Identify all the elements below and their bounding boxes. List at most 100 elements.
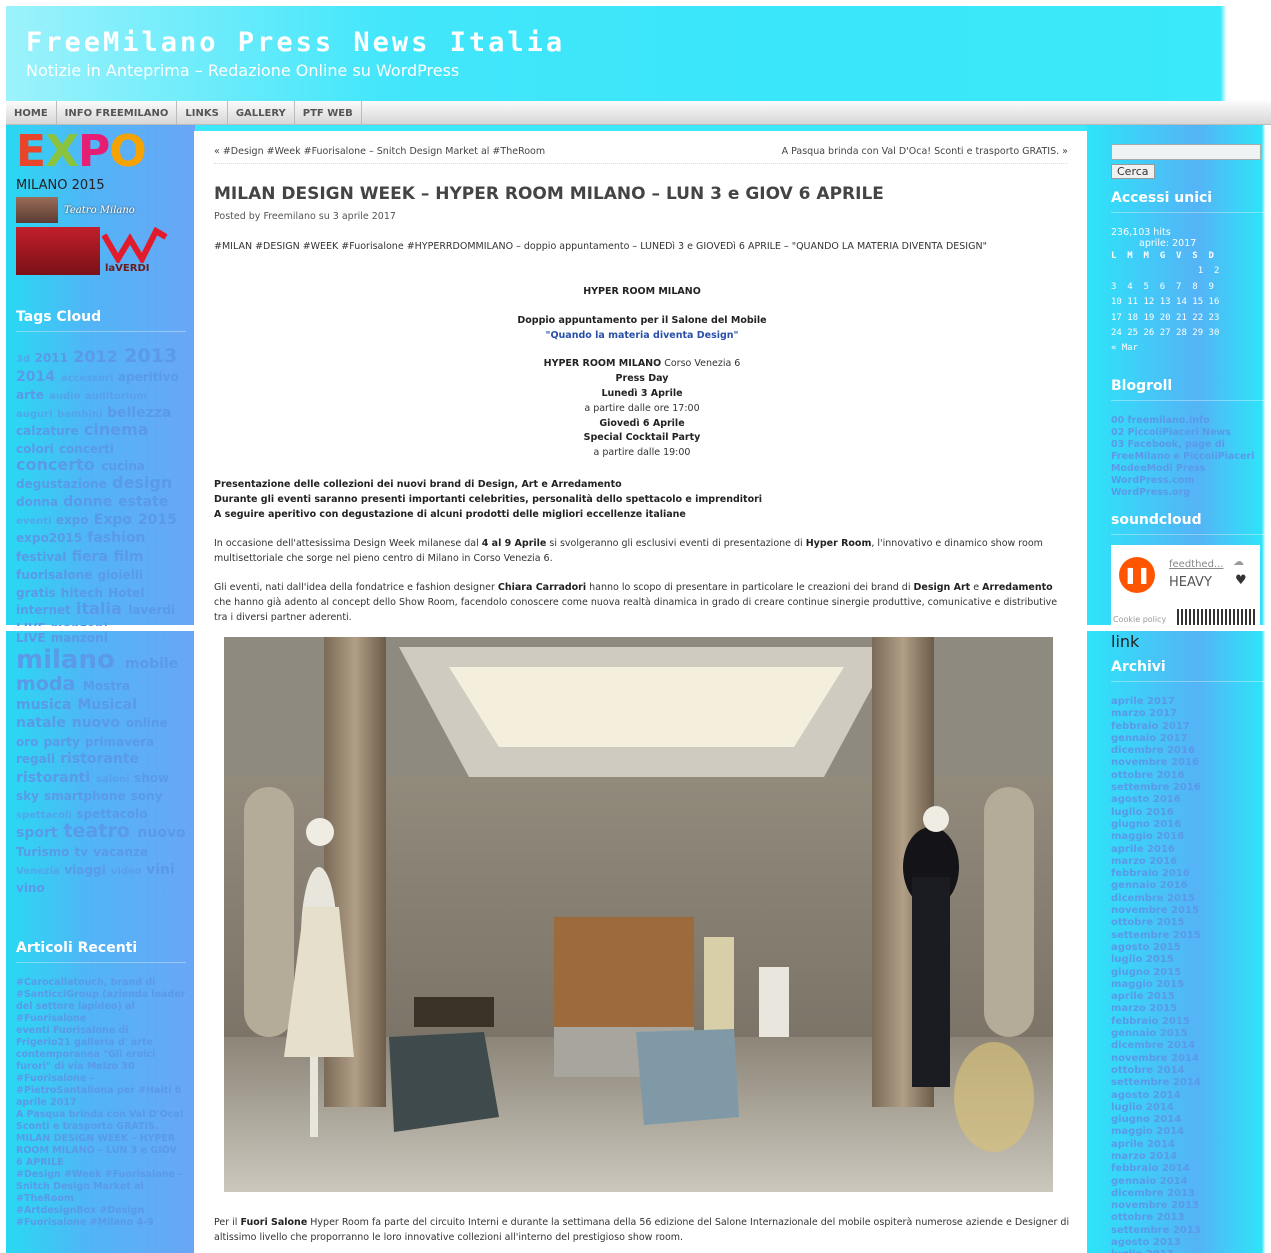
tag-link[interactable]: bellezza xyxy=(107,405,171,421)
tag-link[interactable]: moda xyxy=(16,673,83,695)
tag-link[interactable]: 2011 xyxy=(35,351,74,365)
recent-post-link[interactable]: eventi Fuorisalone di Frigerio21 galleri… xyxy=(16,1025,186,1109)
tag-link[interactable]: manzoni xyxy=(51,621,108,626)
tag-link[interactable]: saloni xyxy=(96,774,134,785)
tag-link[interactable]: gioielli xyxy=(98,568,144,582)
archive-link[interactable]: dicembre 2014 xyxy=(1111,1040,1271,1052)
archive-link[interactable]: dicembre 2016 xyxy=(1111,745,1271,757)
archive-link[interactable]: gennaio 2015 xyxy=(1111,1028,1271,1040)
archive-link[interactable]: ottobre 2015 xyxy=(1111,917,1271,929)
archive-link[interactable]: dicembre 2015 xyxy=(1111,893,1271,905)
tag-link[interactable]: aperitivo xyxy=(118,370,179,384)
tag-link[interactable]: fiera xyxy=(72,549,114,565)
archive-link[interactable]: giugno 2015 xyxy=(1111,967,1271,979)
tag-link[interactable]: oro xyxy=(16,735,44,749)
tag-link[interactable]: donna xyxy=(16,495,63,509)
tag-link[interactable]: expo xyxy=(56,513,94,527)
tag-link[interactable]: Mostra xyxy=(83,679,130,693)
recent-post-link[interactable]: MILAN DESIGN WEEK – HYPER ROOM MILANO – … xyxy=(16,1133,186,1169)
archive-link[interactable]: settembre 2014 xyxy=(1111,1077,1271,1089)
tag-link[interactable]: film xyxy=(114,549,144,565)
tag-link[interactable]: nuovo xyxy=(72,715,126,731)
tag-link[interactable]: sport xyxy=(16,825,63,841)
tag-link[interactable]: fashion xyxy=(87,530,145,546)
tag-link[interactable]: vino xyxy=(16,881,45,895)
prev-post-link[interactable]: « #Design #Week #Fuorisalone – Snitch De… xyxy=(214,146,545,157)
archive-link[interactable]: agosto 2016 xyxy=(1111,794,1271,806)
site-title[interactable]: FreeMilano Press News Italia xyxy=(26,27,565,58)
recent-post-link[interactable]: #Carocallatouch, brand di #SanticciGroup… xyxy=(16,977,186,1025)
archive-link[interactable]: novembre 2013 xyxy=(1111,1200,1271,1212)
tag-link[interactable]: Musical xyxy=(77,697,137,713)
tag-link[interactable]: viaggi xyxy=(64,863,111,877)
archive-link[interactable]: febbraio 2016 xyxy=(1111,868,1271,880)
archive-link[interactable]: novembre 2015 xyxy=(1111,905,1271,917)
archive-link[interactable]: aprile 2016 xyxy=(1111,844,1271,856)
tag-link[interactable]: cinema xyxy=(84,420,149,439)
tag-link[interactable]: festival xyxy=(16,550,72,564)
archive-link[interactable]: novembre 2014 xyxy=(1111,1053,1271,1065)
archive-link[interactable]: ottobre 2014 xyxy=(1111,1065,1271,1077)
teatro-banner[interactable]: Teatro Milano xyxy=(16,197,186,223)
recent-post-link[interactable]: A Pasqua brinda con Val D'Oca! Sconti e … xyxy=(16,1109,186,1133)
calendar-prev-link[interactable]: « Mar xyxy=(1111,341,1271,356)
tag-link[interactable]: LIVE xyxy=(16,621,51,626)
tag-link[interactable]: gratis xyxy=(16,586,61,600)
recent-post-link[interactable]: #ArtdesignBox #Design #Fuorisalone #Mila… xyxy=(16,1205,186,1229)
soundcloud-track[interactable]: HEAVY xyxy=(1169,575,1212,590)
blogroll-link[interactable]: ModeeModi Press xyxy=(1111,463,1271,475)
archive-link[interactable]: marzo 2017 xyxy=(1111,708,1271,720)
archive-link[interactable]: maggio 2015 xyxy=(1111,979,1271,991)
search-input[interactable] xyxy=(1111,143,1261,160)
tag-link[interactable]: Venezia xyxy=(16,866,64,877)
soundcloud-player[interactable]: ❚❚ feedthed... HEAVY ☁ ♥ Cookie policy xyxy=(1111,545,1260,625)
archive-link[interactable]: marzo 2016 xyxy=(1111,856,1271,868)
archive-link[interactable]: luglio 2016 xyxy=(1111,807,1271,819)
tag-link[interactable]: 2012 xyxy=(73,347,124,366)
archive-link[interactable]: novembre 2016 xyxy=(1111,757,1271,769)
tag-link[interactable]: video xyxy=(111,866,146,877)
tag-link[interactable]: 2014 xyxy=(16,369,61,385)
tag-link[interactable]: regali xyxy=(16,752,60,766)
archive-link[interactable]: aprile 2015 xyxy=(1111,991,1271,1003)
archive-link[interactable]: settembre 2013 xyxy=(1111,1225,1271,1237)
tag-link[interactable]: design xyxy=(112,473,172,492)
tag-link[interactable]: vini xyxy=(146,862,175,878)
archive-link[interactable]: settembre 2015 xyxy=(1111,930,1271,942)
archive-link[interactable]: dicembre 2013 xyxy=(1111,1188,1271,1200)
tag-link[interactable]: spettacolo xyxy=(76,807,147,821)
cookie-policy-link[interactable]: Cookie policy xyxy=(1113,615,1166,624)
tag-link[interactable]: natale xyxy=(16,715,72,731)
soundcloud-user[interactable]: feedthed... xyxy=(1169,559,1223,570)
archive-link[interactable]: agosto 2014 xyxy=(1111,1090,1271,1102)
search-button[interactable]: Cerca xyxy=(1111,164,1155,179)
tag-link[interactable]: 2013 xyxy=(124,346,177,367)
archive-link[interactable]: marzo 2014 xyxy=(1111,1151,1271,1163)
tag-link[interactable]: bambini xyxy=(57,409,107,420)
tag-link[interactable]: show xyxy=(134,771,169,785)
tag-link[interactable]: auditorium xyxy=(85,391,147,402)
archive-link[interactable]: marzo 2015 xyxy=(1111,1003,1271,1015)
tag-link[interactable]: Hotel xyxy=(108,586,144,600)
nav-ptf-web[interactable]: PTF WEB xyxy=(295,101,362,124)
archive-link[interactable]: ottobre 2016 xyxy=(1111,770,1271,782)
tag-link[interactable]: estate xyxy=(118,494,168,510)
archive-link[interactable]: luglio 2015 xyxy=(1111,954,1271,966)
tag-link[interactable]: italia xyxy=(76,599,128,618)
tag-link[interactable]: concerti xyxy=(59,442,114,456)
tag-link[interactable]: primavera xyxy=(85,735,154,749)
archive-link[interactable]: aprile 2014 xyxy=(1111,1139,1271,1151)
tag-link[interactable]: spettacoli xyxy=(16,810,76,821)
tag-link[interactable]: party xyxy=(44,735,85,749)
play-icon[interactable]: ❚❚ xyxy=(1119,557,1155,593)
tag-link[interactable]: degustazione xyxy=(16,477,112,491)
archive-link[interactable]: febbraio 2014 xyxy=(1111,1163,1271,1175)
archive-link[interactable]: febbraio 2015 xyxy=(1111,1016,1271,1028)
tag-link[interactable]: audio xyxy=(49,391,85,402)
tag-link[interactable]: laverdi xyxy=(128,603,175,617)
archive-link[interactable]: agosto 2015 xyxy=(1111,942,1271,954)
archive-link[interactable]: aprile 2017 xyxy=(1111,696,1271,708)
tag-link[interactable]: expo2015 xyxy=(16,531,87,545)
tag-link[interactable]: ristoranti xyxy=(16,770,96,786)
tag-link[interactable]: vacanze xyxy=(93,845,148,859)
